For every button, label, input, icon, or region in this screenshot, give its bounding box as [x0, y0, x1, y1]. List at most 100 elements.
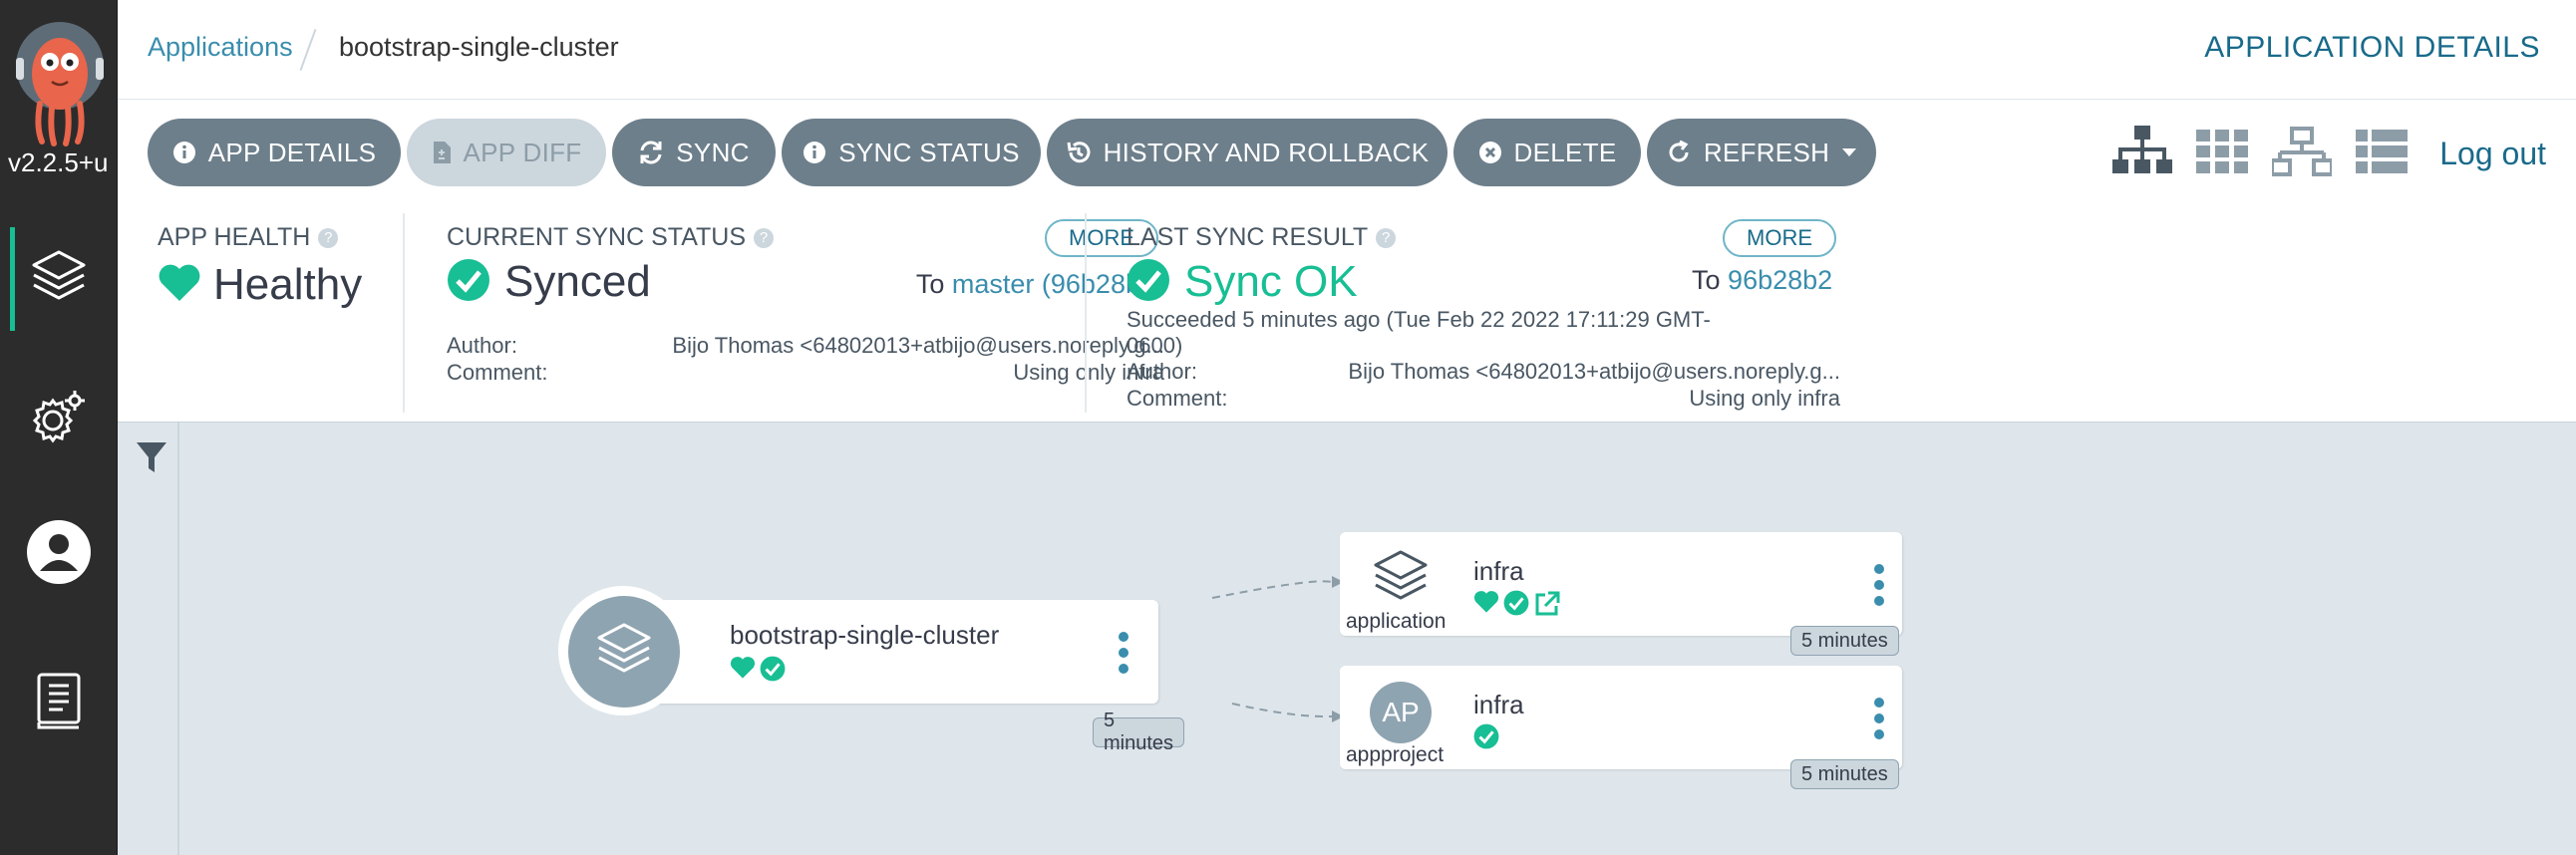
user-icon: [26, 519, 92, 590]
author-value: Bijo Thomas <64802013+atbijo@users.norep…: [1348, 359, 1840, 384]
check-circle-icon: [447, 258, 490, 307]
history-icon: [1066, 140, 1092, 165]
sync-label: SYNC: [676, 137, 750, 167]
heart-icon: [1473, 590, 1499, 623]
heart-icon: [730, 656, 756, 687]
refresh-label: REFRESH: [1703, 137, 1830, 167]
last-sync-block: LAST SYNC RESULT ? MORE Sync OK To 96b28…: [1127, 203, 1844, 423]
layers-icon: [28, 246, 90, 313]
last-sync-value: Sync OK: [1127, 257, 1358, 307]
refresh-button[interactable]: REFRESH: [1647, 119, 1876, 186]
status-panel: APP HEALTH ? Healthy CURRENT SYNC STATUS…: [118, 203, 2576, 423]
check-circle-icon: [760, 656, 786, 687]
last-sync-succeeded: Succeeded 5 minutes ago (Tue Feb 22 2022…: [1127, 307, 1745, 359]
child-kind-label: application: [1346, 610, 1447, 633]
child-node-application[interactable]: application infra 5 minutes: [1340, 532, 1902, 656]
network-view-icon[interactable]: [2270, 127, 2335, 181]
last-sync-author-row: Author: Bijo Thomas <64802013+atbijo@use…: [1127, 359, 1840, 385]
to-prefix: To: [915, 269, 945, 299]
root-app-node[interactable]: bootstrap-single-cluster 5 minutes: [558, 586, 1185, 754]
comment-label: Comment:: [447, 360, 548, 385]
resource-tree-canvas: bootstrap-single-cluster 5 minutes appli…: [118, 423, 2576, 855]
app-health-value: Healthy: [158, 260, 397, 310]
sync-button[interactable]: SYNC: [612, 119, 776, 186]
app-health-text: Healthy: [213, 260, 363, 309]
app-health-label-text: APP HEALTH: [158, 223, 311, 251]
logout-link[interactable]: Log out: [2439, 136, 2546, 172]
root-node-age: 5 minutes: [1093, 710, 1185, 754]
sidebar-item-settings[interactable]: [0, 367, 118, 470]
current-sync-text: Synced: [504, 257, 651, 306]
child-node-menu-icon[interactable]: [1874, 698, 1884, 739]
comment-label: Comment:: [1127, 386, 1228, 411]
sidebar-item-documentation[interactable]: [0, 652, 118, 755]
current-sync-author-row: Author: Bijo Thomas <64802013+atbijo@use…: [447, 333, 1164, 359]
sidebar-item-user-info[interactable]: [0, 502, 118, 606]
comment-value: Using only infra: [1689, 386, 1840, 411]
author-value: Bijo Thomas <64802013+atbijo@users.norep…: [672, 333, 1164, 358]
layers-icon: [593, 619, 655, 686]
sync-status-label: SYNC STATUS: [838, 137, 1020, 167]
help-icon[interactable]: ?: [754, 227, 775, 248]
current-sync-block: CURRENT SYNC STATUS ? MORE Synced To mas…: [447, 203, 1164, 423]
current-sync-label-text: CURRENT SYNC STATUS: [447, 223, 747, 251]
sidebar-item-applications[interactable]: [0, 227, 118, 331]
help-icon[interactable]: ?: [1376, 227, 1397, 248]
root-node-menu-icon[interactable]: [1119, 632, 1128, 674]
view-switcher: Log out: [2112, 126, 2546, 182]
app-details-button[interactable]: APP DETAILS: [148, 119, 401, 186]
author-label: Author:: [447, 333, 517, 358]
external-link-icon[interactable]: [1533, 590, 1561, 623]
page-title: APPLICATION DETAILS: [2204, 31, 2540, 64]
graph-edges: [1211, 576, 1344, 722]
app-health-block: APP HEALTH ? Healthy: [158, 203, 397, 423]
caret-down-icon: [1841, 147, 1857, 157]
child-node-status: [1473, 723, 1499, 754]
child-node-age: 5 minutes: [1790, 759, 1899, 789]
author-label: Author:: [1127, 359, 1197, 384]
sync-status-button[interactable]: SYNC STATUS: [782, 119, 1041, 186]
app-diff-button[interactable]: APP DIFF: [407, 119, 606, 186]
current-sync-value: Synced: [447, 257, 651, 307]
pods-view-icon[interactable]: [2196, 130, 2249, 178]
to-prefix: To: [1692, 265, 1721, 295]
child-node-name: infra: [1473, 690, 1524, 719]
breadcrumb-current: bootstrap-single-cluster: [339, 32, 619, 62]
child-node-menu-icon[interactable]: [1874, 564, 1884, 606]
refresh-icon: [1666, 140, 1692, 165]
sync-icon: [638, 140, 664, 165]
book-icon: [35, 672, 83, 736]
argo-logo[interactable]: [12, 18, 108, 147]
check-circle-icon: [1127, 258, 1170, 307]
breadcrumb-applications[interactable]: Applications: [148, 32, 293, 63]
app-health-label: APP HEALTH ?: [158, 223, 397, 252]
close-circle-icon: [1478, 141, 1502, 164]
layers-icon: [1370, 548, 1432, 611]
current-sync-comment-row: Comment: Using only infra: [447, 360, 1164, 386]
divider: [1085, 213, 1087, 413]
gear-icon: [29, 387, 89, 451]
check-circle-icon: [1473, 723, 1499, 754]
succeeded-line-1: Succeeded 5 minutes ago (Tue Feb 22 2022…: [1127, 307, 1711, 332]
breadcrumb-separator: [299, 28, 317, 72]
root-node-status: [730, 656, 786, 687]
history-rollback-button[interactable]: HISTORY AND ROLLBACK: [1047, 119, 1448, 186]
help-icon[interactable]: ?: [318, 227, 339, 248]
file-diff-icon: [432, 141, 452, 164]
last-sync-revision-link[interactable]: 96b28b2: [1728, 265, 1832, 295]
list-view-icon[interactable]: [2356, 130, 2409, 178]
last-sync-more-button[interactable]: MORE: [1723, 219, 1836, 257]
app-diff-label: APP DIFF: [463, 137, 582, 167]
version-label: v2.2.5+u: [8, 147, 109, 177]
child-node-appproject[interactable]: AP appproject infra 5 minutes: [1340, 666, 1902, 789]
tree-view-icon[interactable]: [2112, 126, 2173, 182]
child-node-age: 5 minutes: [1790, 626, 1899, 656]
info-icon: [172, 141, 196, 164]
succeeded-line-2: 0600): [1127, 333, 1183, 358]
delete-button[interactable]: DELETE: [1453, 119, 1641, 186]
top-bar: Applications bootstrap-single-cluster AP…: [118, 0, 2576, 100]
app-details-label: APP DETAILS: [207, 137, 377, 167]
child-node-name: infra: [1473, 556, 1524, 586]
root-node-name: bootstrap-single-cluster: [730, 620, 1000, 650]
delete-label: DELETE: [1513, 137, 1617, 167]
